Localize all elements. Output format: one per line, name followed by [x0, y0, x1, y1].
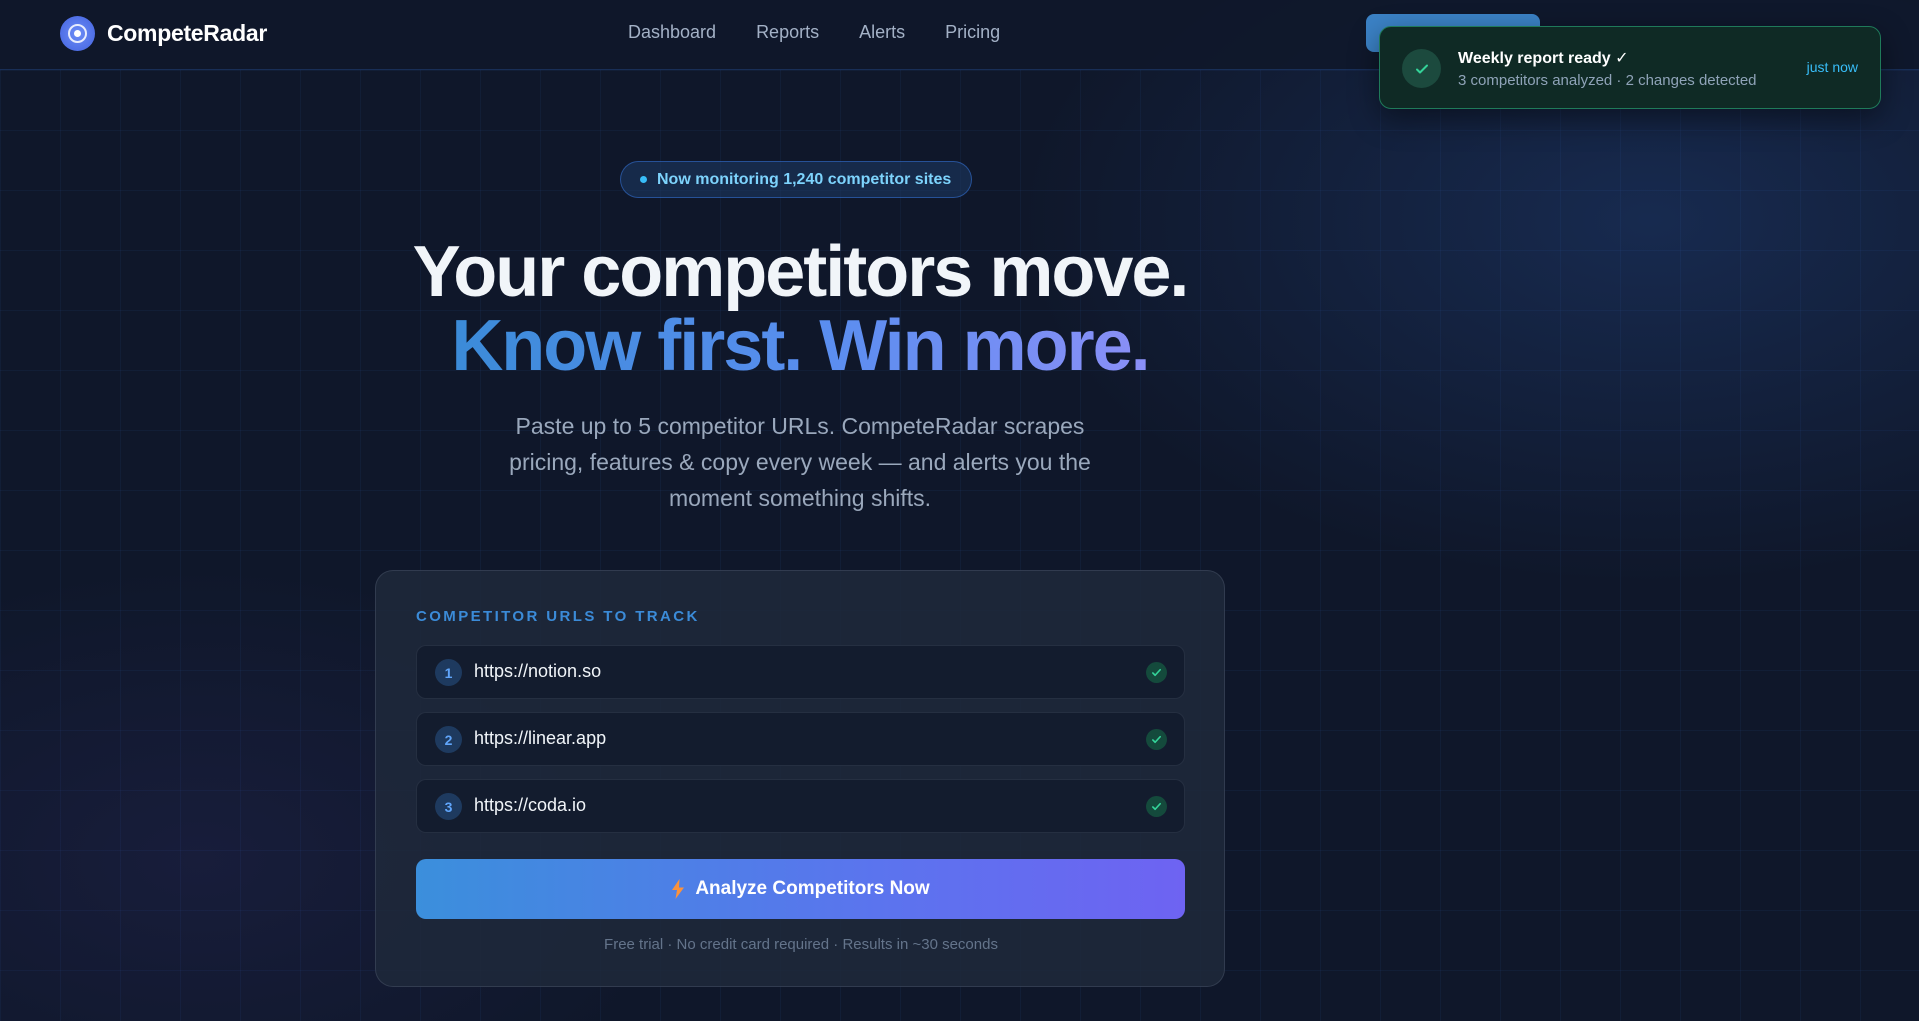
nav-links: Dashboard Reports Alerts Pricing [628, 22, 1000, 43]
url-input-row[interactable]: 2 https://linear.app [416, 712, 1185, 766]
lightning-icon [672, 879, 685, 899]
valid-check-icon [1146, 796, 1167, 817]
hero-description: Paste up to 5 competitor URLs. CompeteRa… [509, 413, 1091, 511]
form-fineprint: Free trial · No credit card required · R… [604, 936, 998, 953]
url-value[interactable]: https://notion.so [474, 661, 601, 682]
url-value[interactable]: https://linear.app [474, 728, 606, 749]
monitoring-badge: Now monitoring 1,240 competitor sites [620, 161, 973, 198]
status-dot-icon [640, 176, 647, 183]
form-label: COMPETITOR URLS TO TRACK [416, 608, 700, 625]
nav-link-alerts[interactable]: Alerts [859, 22, 905, 43]
analyze-competitors-button[interactable]: Analyze Competitors Now [416, 859, 1185, 919]
badge-text: Now monitoring 1,240 competitor sites [657, 170, 952, 188]
row-number: 1 [435, 659, 462, 686]
notification-toast[interactable]: Weekly report ready ✓ 3 competitors anal… [1379, 26, 1881, 109]
check-circle-icon [1402, 49, 1441, 88]
headline-primary: Your competitors move. [412, 232, 1190, 312]
brand-name: CompeteRadar [107, 20, 267, 46]
toast-timestamp: just now [1806, 59, 1858, 75]
radar-logo-icon [60, 16, 95, 51]
toast-subtitle: 3 competitors analyzed · 2 changes detec… [1458, 72, 1757, 89]
analyze-button-label: Analyze Competitors Now [695, 878, 930, 899]
toast-title: Weekly report ready ✓ [1458, 50, 1629, 67]
headline-accent-text: Know first. Win more. [451, 306, 1150, 386]
brand-logo[interactable]: CompeteRadar [60, 16, 267, 51]
valid-check-icon [1146, 729, 1167, 750]
row-number: 3 [435, 793, 462, 820]
nav-link-dashboard[interactable]: Dashboard [628, 22, 716, 43]
row-number: 2 [435, 726, 462, 753]
url-input-row[interactable]: 1 https://notion.so [416, 645, 1185, 699]
headline-accent: Know first. Win more. [0, 310, 1600, 382]
nav-link-pricing[interactable]: Pricing [945, 22, 1000, 43]
nav-link-reports[interactable]: Reports [756, 22, 819, 43]
valid-check-icon [1146, 662, 1167, 683]
url-value[interactable]: https://coda.io [474, 795, 586, 816]
competitor-url-form: COMPETITOR URLS TO TRACK 1 https://notio… [375, 570, 1225, 987]
url-input-row[interactable]: 3 https://coda.io [416, 779, 1185, 833]
